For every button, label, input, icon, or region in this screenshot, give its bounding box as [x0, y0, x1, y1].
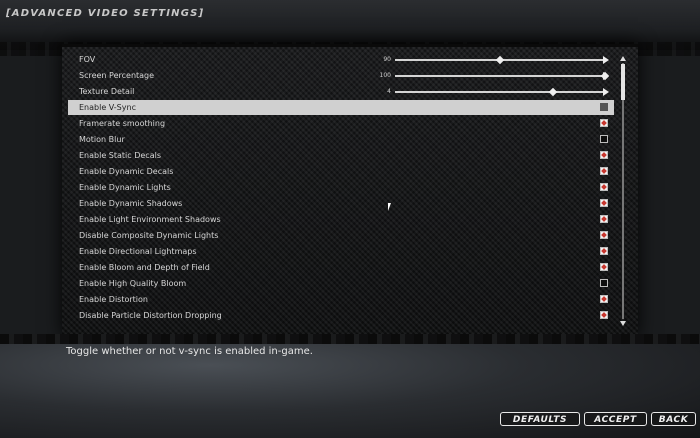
- setting-row-v-sync[interactable]: Enable V-Sync: [68, 100, 614, 115]
- setting-label: Enable Dynamic Lights: [79, 183, 171, 192]
- scroll-down-arrow-icon[interactable]: [620, 321, 626, 326]
- setting-label: Enable High Quality Bloom: [79, 279, 187, 288]
- screen-percentage-slider[interactable]: [395, 71, 610, 81]
- slider-thumb[interactable]: [548, 87, 557, 97]
- scroll-track[interactable]: [622, 63, 624, 319]
- setting-label: Enable Distortion: [79, 295, 148, 304]
- setting-row-dynamic-decals[interactable]: Enable Dynamic Decals: [68, 164, 614, 179]
- slider-value: 4: [387, 88, 391, 95]
- setting-description: Toggle whether or not v-sync is enabled …: [66, 346, 313, 357]
- slider-value: 100: [379, 72, 391, 79]
- setting-row-particle-distortion[interactable]: Disable Particle Distortion Dropping: [68, 308, 614, 323]
- checkbox[interactable]: [600, 215, 608, 223]
- title-bar: [ADVANCED VIDEO SETTINGS]: [0, 0, 700, 56]
- checkbox[interactable]: [600, 151, 608, 159]
- slider-value: 90: [383, 56, 391, 63]
- setting-row-bloom-dof[interactable]: Enable Bloom and Depth of Field: [68, 260, 614, 275]
- texture-detail-slider[interactable]: [395, 87, 609, 97]
- setting-label: Enable Directional Lightmaps: [79, 247, 197, 256]
- setting-row-dynamic-shadows[interactable]: Enable Dynamic Shadows: [68, 196, 614, 211]
- accept-button[interactable]: ACCEPT: [584, 412, 647, 426]
- checkbox[interactable]: [600, 247, 608, 255]
- scroll-thumb[interactable]: [621, 64, 625, 100]
- checkbox[interactable]: [600, 103, 608, 111]
- checkbox[interactable]: [600, 231, 608, 239]
- setting-row-framerate-smoothing[interactable]: Framerate smoothing: [68, 116, 614, 131]
- defaults-button[interactable]: DEFAULTS: [500, 412, 580, 426]
- checkbox[interactable]: [600, 183, 608, 191]
- setting-row-high-quality-bloom[interactable]: Enable High Quality Bloom: [68, 276, 614, 291]
- setting-label: Screen Percentage: [79, 71, 155, 80]
- setting-row-distortion[interactable]: Enable Distortion: [68, 292, 614, 307]
- back-button[interactable]: BACK: [651, 412, 696, 426]
- slider-thumb[interactable]: [495, 55, 505, 65]
- setting-label: Texture Detail: [79, 87, 135, 96]
- setting-label: Disable Composite Dynamic Lights: [79, 231, 219, 240]
- setting-label: Enable Static Decals: [79, 151, 161, 160]
- slider-end-arrow: [603, 88, 609, 96]
- setting-row-static-decals[interactable]: Enable Static Decals: [68, 148, 614, 163]
- setting-label: FOV: [79, 55, 96, 64]
- setting-row-screen-percentage[interactable]: Screen Percentage 100: [68, 68, 614, 83]
- setting-label: Enable Bloom and Depth of Field: [79, 263, 210, 272]
- scrollbar[interactable]: [620, 56, 626, 326]
- slider-end-arrow: [603, 72, 609, 80]
- setting-row-texture-detail[interactable]: Texture Detail 4: [68, 84, 614, 99]
- setting-label: Motion Blur: [79, 135, 125, 144]
- checkbox[interactable]: [600, 311, 608, 319]
- window-title: [ADVANCED VIDEO SETTINGS]: [6, 8, 205, 19]
- setting-label: Framerate smoothing: [79, 119, 166, 128]
- checkbox[interactable]: [600, 295, 608, 303]
- checkbox[interactable]: [600, 279, 608, 287]
- setting-row-light-environment-shadows[interactable]: Enable Light Environment Shadows: [68, 212, 614, 227]
- setting-row-fov[interactable]: FOV 90: [68, 52, 614, 67]
- setting-label: Enable Dynamic Shadows: [79, 199, 183, 208]
- setting-row-composite-dynamic-lights[interactable]: Disable Composite Dynamic Lights: [68, 228, 614, 243]
- checkbox[interactable]: [600, 199, 608, 207]
- setting-row-motion-blur[interactable]: Motion Blur: [68, 132, 614, 147]
- setting-row-directional-lightmaps[interactable]: Enable Directional Lightmaps: [68, 244, 614, 259]
- checkbox[interactable]: [600, 167, 608, 175]
- fov-slider[interactable]: [395, 55, 609, 65]
- scroll-up-arrow-icon[interactable]: [620, 56, 626, 61]
- slider-end-arrow: [603, 56, 609, 64]
- setting-label: Enable Dynamic Decals: [79, 167, 174, 176]
- setting-row-dynamic-lights[interactable]: Enable Dynamic Lights: [68, 180, 614, 195]
- setting-label: Enable V-Sync: [79, 103, 136, 112]
- setting-label: Disable Particle Distortion Dropping: [79, 311, 222, 320]
- checkbox[interactable]: [600, 119, 608, 127]
- checkbox[interactable]: [600, 263, 608, 271]
- setting-label: Enable Light Environment Shadows: [79, 215, 221, 224]
- checkbox[interactable]: [600, 135, 608, 143]
- mouse-cursor-icon: [388, 203, 394, 211]
